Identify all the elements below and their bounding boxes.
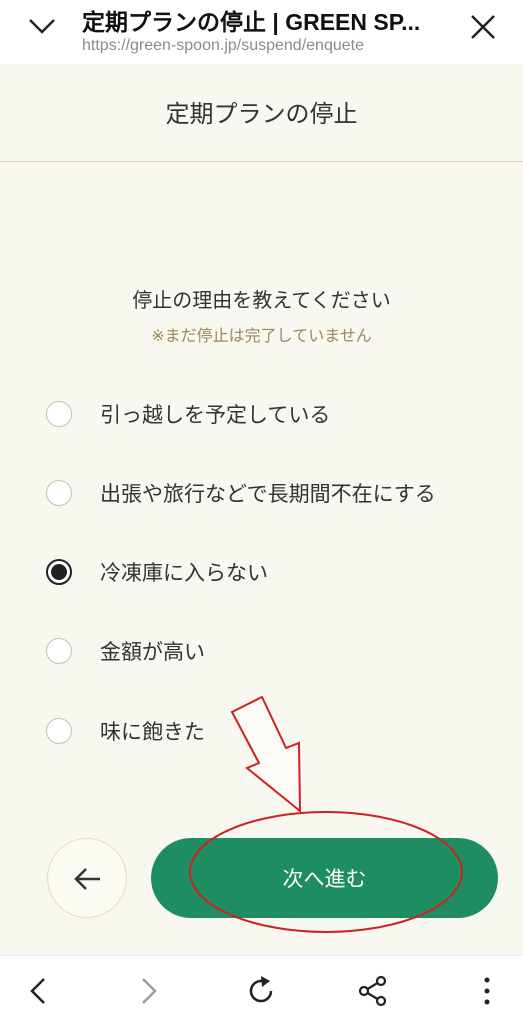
- reason-option-price[interactable]: 金額が高い: [46, 631, 486, 671]
- browser-top-bar: 定期プランの停止 | GREEN SP... https://green-spo…: [0, 0, 523, 64]
- browser-bottom-bar: [0, 955, 523, 1025]
- option-label: 金額が高い: [100, 640, 205, 664]
- browser-page-title: 定期プランの停止 | GREEN SP...: [82, 9, 421, 35]
- reason-option-travel[interactable]: 出張や旅行などで長期間不在にする: [46, 473, 486, 513]
- arrow-left-icon: [74, 868, 100, 890]
- option-label: 引っ越しを予定している: [100, 403, 331, 427]
- page-header: 定期プランの停止: [0, 64, 523, 162]
- more-vertical-icon[interactable]: [470, 974, 504, 1008]
- chevron-down-icon[interactable]: [22, 12, 62, 42]
- browser-url: https://green-spoon.jp/suspend/enquete: [82, 37, 364, 54]
- option-label: 冷凍庫に入らない: [100, 561, 268, 585]
- option-label: 出張や旅行などで長期間不在にする: [100, 482, 436, 506]
- radio-button[interactable]: [46, 480, 72, 506]
- radio-button-checked[interactable]: [46, 559, 72, 585]
- forward-nav-icon[interactable]: [131, 974, 165, 1008]
- radio-button[interactable]: [46, 718, 72, 744]
- back-nav-icon[interactable]: [22, 974, 56, 1008]
- share-icon[interactable]: [356, 974, 390, 1008]
- question-text: 停止の理由を教えてください: [132, 288, 391, 312]
- notice-text: ※まだ停止は完了していません: [151, 326, 372, 345]
- reload-icon[interactable]: [244, 974, 278, 1008]
- option-label: 味に飽きた: [100, 720, 205, 744]
- radio-button[interactable]: [46, 638, 72, 664]
- reason-option-moving[interactable]: 引っ越しを予定している: [46, 394, 486, 434]
- back-button[interactable]: [47, 838, 127, 918]
- close-icon[interactable]: [466, 10, 500, 44]
- page-title: 定期プランの停止: [165, 100, 358, 128]
- next-button[interactable]: 次へ進む: [151, 838, 498, 918]
- reason-option-freezer[interactable]: 冷凍庫に入らない: [46, 552, 486, 592]
- reason-option-taste[interactable]: 味に飽きた: [46, 711, 486, 751]
- radio-button[interactable]: [46, 401, 72, 427]
